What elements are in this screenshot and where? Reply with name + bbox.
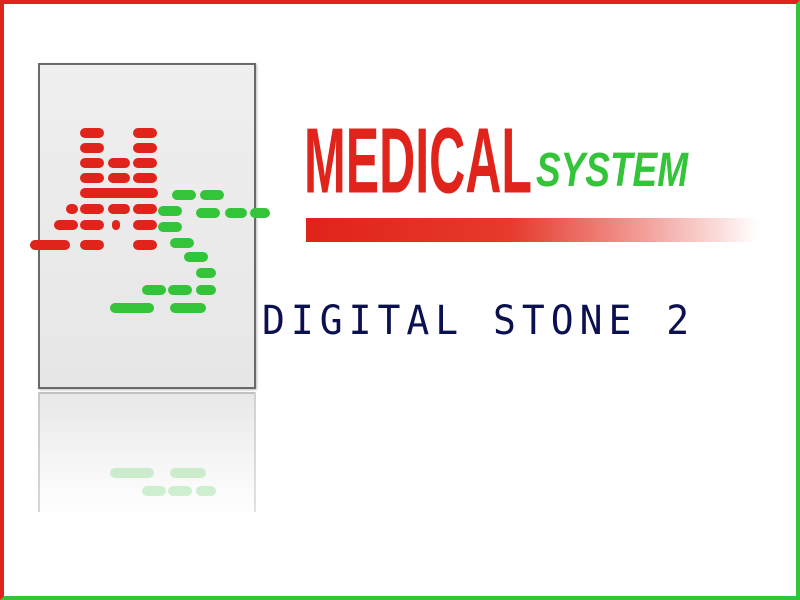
brand-word-suffix: SYSTEM bbox=[536, 144, 689, 197]
brand-gradient-bar bbox=[306, 218, 758, 242]
product-name: DIGITAL STONE 2 bbox=[262, 297, 696, 344]
brand-wordmark: MEDICAL SYSTEM bbox=[304, 109, 758, 242]
brand-word-main: MEDICAL bbox=[304, 109, 532, 212]
splash-screen: MEDICAL SYSTEM DIGITAL STONE 2 bbox=[0, 0, 800, 600]
